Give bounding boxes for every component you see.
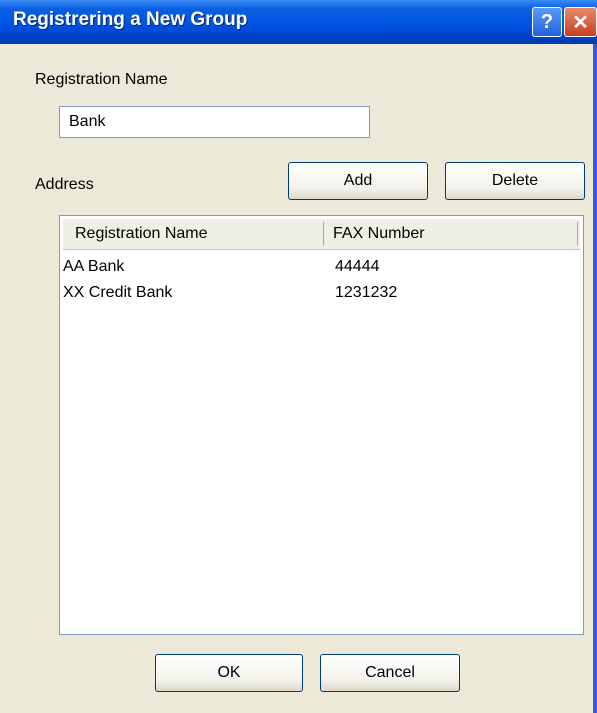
registration-name-label: Registration Name [35, 71, 168, 88]
help-button[interactable]: ? [532, 7, 562, 37]
ok-button[interactable]: OK [155, 654, 303, 692]
row-fax-number: 44444 [335, 258, 380, 275]
row-registration-name: AA Bank [63, 258, 125, 275]
dialog-window: Registrering a New Group ? ✕ Registratio… [0, 0, 597, 713]
column-divider[interactable] [323, 222, 324, 246]
list-row[interactable]: XX Credit Bank 1231232 [63, 284, 580, 306]
registration-name-input[interactable]: Bank [59, 106, 370, 138]
delete-button[interactable]: Delete [445, 162, 585, 200]
column-header-registration-name[interactable]: Registration Name [75, 219, 208, 249]
window-title: Registrering a New Group [13, 9, 248, 30]
column-divider[interactable] [577, 222, 578, 246]
window-border [593, 44, 597, 713]
list-header: Registration Name FAX Number [63, 219, 580, 250]
column-header-fax-number[interactable]: FAX Number [333, 219, 425, 249]
add-button[interactable]: Add [288, 162, 428, 200]
close-icon: ✕ [572, 11, 589, 34]
address-list[interactable]: Registration Name FAX Number AA Bank 444… [59, 215, 584, 635]
cancel-button[interactable]: Cancel [320, 654, 460, 692]
title-bar[interactable]: Registrering a New Group ? ✕ [0, 0, 597, 44]
close-button[interactable]: ✕ [564, 7, 597, 37]
row-registration-name: XX Credit Bank [63, 284, 173, 301]
help-icon: ? [540, 10, 554, 33]
address-label: Address [35, 176, 94, 193]
row-fax-number: 1231232 [335, 284, 398, 301]
list-row[interactable]: AA Bank 44444 [63, 258, 580, 280]
